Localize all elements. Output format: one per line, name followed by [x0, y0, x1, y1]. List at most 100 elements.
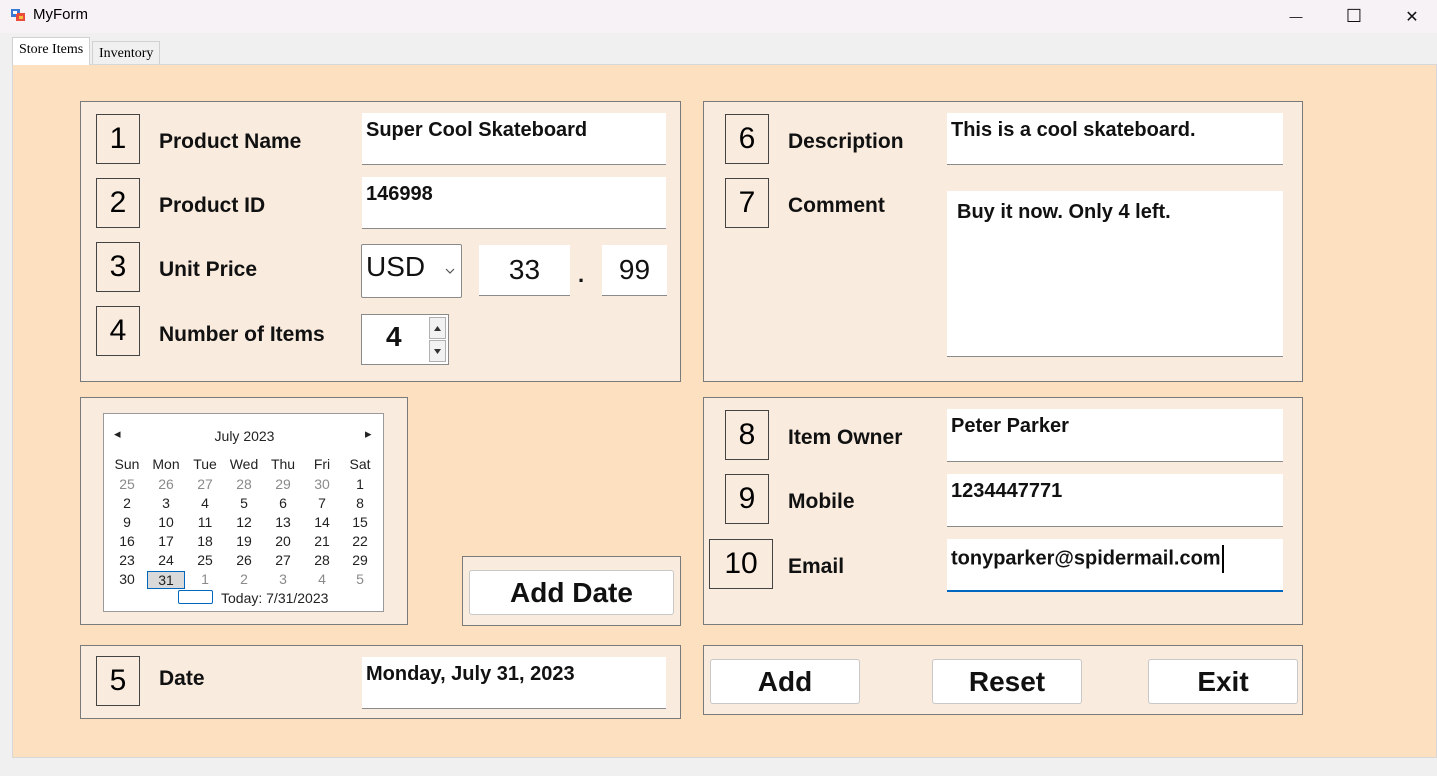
calendar-day[interactable]: 8 — [341, 495, 379, 511]
quantity-value: 4 — [386, 321, 402, 352]
number-of-items-label: Number of Items — [159, 323, 325, 346]
calendar-month-label: July 2023 — [214, 428, 275, 444]
calendar-next-button[interactable]: ▸ — [365, 426, 372, 442]
product-id-input[interactable]: 146998 — [362, 177, 666, 229]
description-input[interactable]: This is a cool skateboard. — [947, 113, 1283, 165]
email-label: Email — [788, 555, 845, 578]
field-number-5: 5 — [96, 656, 140, 706]
calendar-day[interactable]: 7 — [303, 495, 341, 511]
calendar-day[interactable]: 2 — [225, 571, 263, 587]
caret-down-icon — [434, 348, 441, 354]
calendar-day[interactable]: 2 — [108, 495, 146, 511]
calendar-day[interactable]: 27 — [186, 476, 224, 492]
currency-select[interactable]: USD — [361, 244, 462, 298]
calendar-day[interactable]: 19 — [225, 533, 263, 549]
calendar-day-header: Sun — [114, 456, 140, 472]
chevron-down-icon — [445, 268, 455, 274]
calendar-day-header: Thu — [270, 456, 296, 472]
email-value: tonyparker@spidermail.com — [951, 547, 1221, 570]
date-input[interactable]: Monday, July 31, 2023 — [362, 657, 666, 709]
title-bar — [0, 0, 1437, 33]
tab-inventory[interactable]: Inventory — [92, 41, 161, 65]
calendar-day[interactable]: 28 — [303, 552, 341, 568]
stepper-down-button[interactable] — [429, 340, 446, 362]
calendar-day[interactable]: 5 — [341, 571, 379, 587]
calendar-day[interactable]: 15 — [341, 514, 379, 530]
field-number-4: 4 — [96, 306, 140, 356]
calendar-day[interactable]: 25 — [186, 552, 224, 568]
add-button[interactable]: Add — [710, 659, 860, 704]
month-calendar[interactable]: ◂ July 2023 ▸ Sun Mon Tue Wed Thu Fri Sa… — [103, 413, 384, 612]
calendar-today-label[interactable]: Today: 7/31/2023 — [221, 590, 328, 606]
calendar-day-header: Sat — [349, 456, 371, 472]
calendar-day[interactable]: 24 — [147, 552, 185, 568]
today-marker — [178, 590, 213, 604]
calendar-day[interactable]: 3 — [147, 495, 185, 511]
calendar-day[interactable]: 16 — [108, 533, 146, 549]
calendar-day[interactable]: 13 — [264, 514, 302, 530]
price-separator: . — [578, 262, 585, 287]
calendar-day[interactable]: 1 — [186, 571, 224, 587]
field-number-10: 10 — [709, 539, 773, 589]
mobile-label: Mobile — [788, 490, 855, 513]
calendar-day-header: Tue — [193, 456, 217, 472]
field-number-8: 8 — [725, 410, 769, 460]
calendar-day[interactable]: 5 — [225, 495, 263, 511]
calendar-day[interactable]: 18 — [186, 533, 224, 549]
calendar-day[interactable]: 4 — [186, 495, 224, 511]
price-whole-input[interactable]: 33 — [479, 245, 570, 296]
calendar-day[interactable]: 17 — [147, 533, 185, 549]
item-owner-input[interactable]: Peter Parker — [947, 409, 1283, 462]
comment-textarea[interactable]: Buy it now. Only 4 left. — [947, 191, 1283, 357]
field-number-2: 2 — [96, 178, 140, 228]
calendar-day[interactable]: 6 — [264, 495, 302, 511]
field-number-6: 6 — [725, 114, 769, 164]
calendar-day-header: Fri — [313, 456, 331, 472]
calendar-day[interactable]: 14 — [303, 514, 341, 530]
calendar-day[interactable]: 27 — [264, 552, 302, 568]
calendar-day[interactable]: 12 — [225, 514, 263, 530]
calendar-day[interactable]: 4 — [303, 571, 341, 587]
calendar-day[interactable]: 25 — [108, 476, 146, 492]
stepper-up-button[interactable] — [429, 317, 446, 339]
calendar-day[interactable]: 21 — [303, 533, 341, 549]
product-name-label: Product Name — [159, 130, 302, 153]
close-button[interactable]: ✕ — [1383, 0, 1437, 33]
quantity-stepper[interactable]: 4 — [361, 314, 449, 365]
calendar-day[interactable]: 20 — [264, 533, 302, 549]
caret-up-icon — [434, 325, 441, 331]
calendar-day-selected[interactable]: 31 — [147, 571, 185, 589]
calendar-day[interactable]: 9 — [108, 514, 146, 530]
calendar-day[interactable]: 10 — [147, 514, 185, 530]
calendar-day[interactable]: 29 — [264, 476, 302, 492]
tab-store-items[interactable]: Store Items — [12, 37, 91, 65]
calendar-day-header: Wed — [229, 456, 259, 472]
price-cents-input[interactable]: 99 — [602, 245, 667, 296]
window-bottom-edge — [0, 758, 1437, 776]
calendar-day[interactable]: 28 — [225, 476, 263, 492]
field-number-7: 7 — [725, 178, 769, 228]
unit-price-label: Unit Price — [159, 258, 258, 281]
add-date-button[interactable]: Add Date — [469, 570, 674, 615]
calendar-day[interactable]: 11 — [186, 514, 224, 530]
calendar-day[interactable]: 22 — [341, 533, 379, 549]
calendar-day-header: Mon — [152, 456, 180, 472]
reset-button[interactable]: Reset — [932, 659, 1082, 704]
calendar-day[interactable]: 23 — [108, 552, 146, 568]
minimize-icon: — — [1289, 9, 1303, 24]
calendar-day[interactable]: 29 — [341, 552, 379, 568]
calendar-day[interactable]: 30 — [303, 476, 341, 492]
maximize-button[interactable]: ☐ — [1325, 0, 1383, 33]
description-label: Description — [788, 130, 904, 153]
calendar-day[interactable]: 3 — [264, 571, 302, 587]
calendar-day[interactable]: 26 — [225, 552, 263, 568]
calendar-day[interactable]: 1 — [341, 476, 379, 492]
calendar-day[interactable]: 26 — [147, 476, 185, 492]
calendar-day[interactable]: 30 — [108, 571, 146, 587]
product-name-input[interactable]: Super Cool Skateboard — [362, 113, 666, 165]
email-input[interactable]: tonyparker@spidermail.com — [947, 539, 1283, 592]
mobile-input[interactable]: 1234447771 — [947, 474, 1283, 527]
exit-button[interactable]: Exit — [1148, 659, 1298, 704]
maximize-icon: ☐ — [1345, 6, 1363, 26]
minimize-button[interactable]: — — [1267, 0, 1325, 33]
